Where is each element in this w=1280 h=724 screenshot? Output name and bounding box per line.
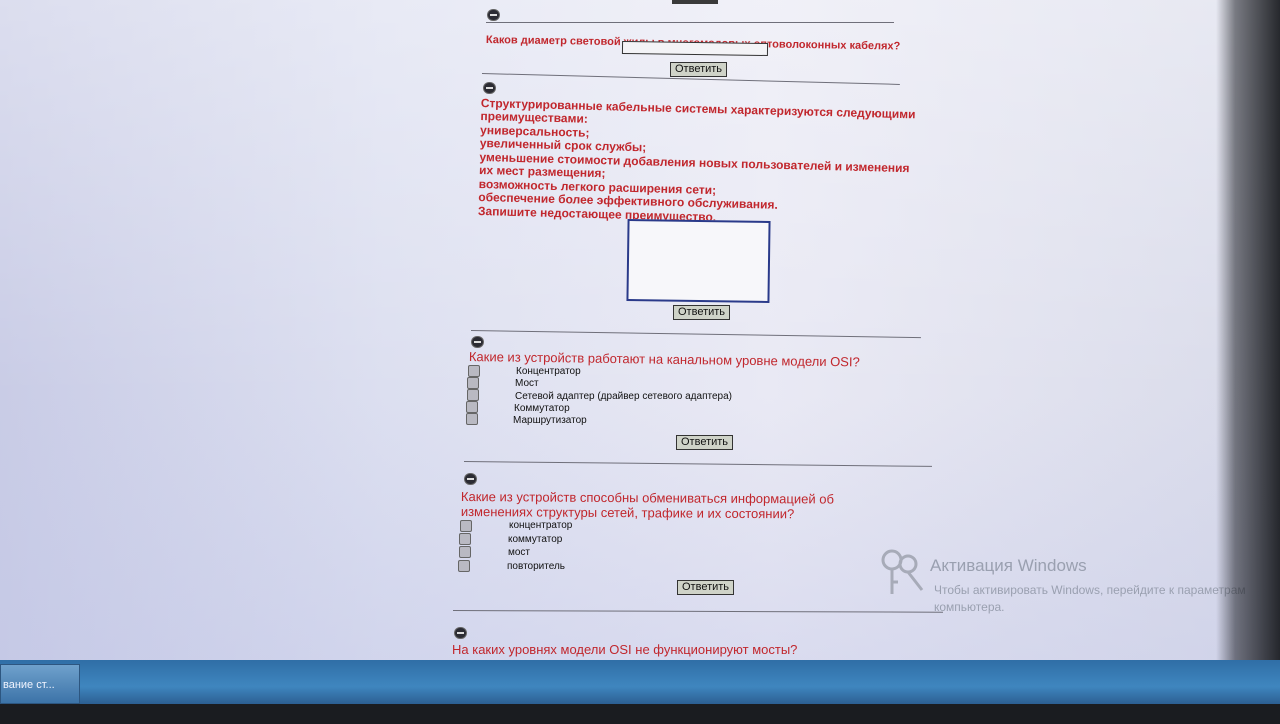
collapse-icon[interactable]	[484, 83, 495, 93]
option-checkbox[interactable]	[466, 413, 478, 425]
answer-textarea[interactable]	[626, 219, 771, 303]
option-label: Концентратор	[516, 366, 581, 377]
option-checkbox[interactable]	[468, 365, 480, 377]
option-label: Маршрутизатор	[513, 415, 587, 426]
key-icon	[880, 548, 930, 598]
option-checkbox[interactable]	[466, 401, 478, 413]
monitor-bezel-bottom	[0, 704, 1280, 724]
option-checkbox[interactable]	[459, 533, 471, 545]
option-checkbox[interactable]	[467, 389, 479, 401]
option-label: концентратор	[509, 520, 573, 531]
divider	[486, 22, 894, 23]
question-4-text: Какие из устройств способны обмениваться…	[461, 489, 834, 522]
watermark-title: Активация Windows	[930, 556, 1087, 575]
quiz-page: Каков диаметр световой жилы в многомодов…	[0, 0, 1280, 660]
previous-submit-button[interactable]	[672, 0, 718, 4]
collapse-icon[interactable]	[455, 628, 466, 638]
option-checkbox[interactable]	[458, 560, 470, 572]
question-2-text: Структурированные кабельные системы хара…	[478, 96, 916, 229]
submit-button[interactable]: Ответить	[670, 62, 728, 77]
question-5-text: На каких уровнях модели OSI не функциони…	[452, 642, 798, 657]
collapse-icon[interactable]	[488, 10, 499, 20]
divider	[470, 330, 921, 339]
collapse-icon[interactable]	[465, 474, 476, 484]
submit-button[interactable]: Ответить	[673, 305, 731, 320]
collapse-icon[interactable]	[472, 337, 483, 347]
option-checkbox[interactable]	[460, 520, 472, 532]
option-label: коммутатор	[508, 534, 563, 545]
option-label: Коммутатор	[514, 403, 570, 414]
divider	[452, 610, 943, 613]
option-label: мост	[508, 547, 531, 558]
monitor-bezel	[1216, 0, 1280, 704]
answer-input[interactable]	[621, 40, 769, 57]
option-label: Мост	[515, 378, 539, 389]
option-checkbox[interactable]	[467, 377, 479, 389]
divider	[463, 461, 932, 467]
option-checkbox[interactable]	[459, 546, 471, 558]
submit-button[interactable]: Ответить	[676, 435, 734, 450]
option-label: повторитель	[507, 561, 565, 572]
taskbar	[0, 660, 1280, 704]
option-label: Сетевой адаптер (драйвер сетевого адапте…	[515, 391, 732, 402]
taskbar-window-button[interactable]: вание ст...	[0, 664, 80, 704]
submit-button[interactable]: Ответить	[677, 580, 735, 595]
